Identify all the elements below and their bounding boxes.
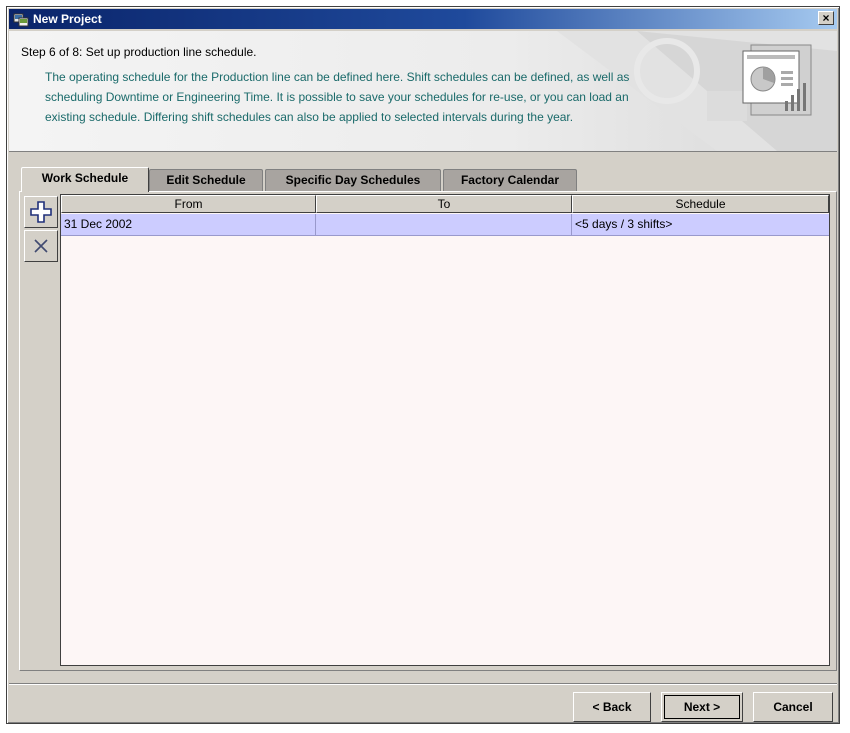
schedule-table: From To Schedule 31 Dec 2002 <5 days / 3… bbox=[60, 194, 830, 666]
tab-work-schedule[interactable]: Work Schedule bbox=[21, 167, 149, 192]
column-header-to[interactable]: To bbox=[316, 195, 572, 213]
step-title: Step 6 of 8: Set up production line sche… bbox=[21, 45, 257, 59]
cell-schedule[interactable]: <5 days / 3 shifts> bbox=[572, 214, 829, 235]
table-header: From To Schedule bbox=[61, 195, 829, 213]
button-bar: < Back Next > Cancel bbox=[9, 683, 837, 722]
app-icon bbox=[13, 13, 29, 27]
tab-edit-schedule[interactable]: Edit Schedule bbox=[149, 169, 263, 191]
work-schedule-panel: From To Schedule 31 Dec 2002 <5 days / 3… bbox=[19, 191, 837, 671]
cell-to[interactable] bbox=[316, 214, 572, 235]
close-icon: × bbox=[822, 11, 830, 25]
x-icon bbox=[34, 239, 48, 253]
next-button[interactable]: Next > bbox=[661, 692, 743, 722]
schedule-chart-icon bbox=[742, 44, 812, 116]
column-header-schedule[interactable]: Schedule bbox=[572, 195, 829, 213]
table-row[interactable]: 31 Dec 2002 <5 days / 3 shifts> bbox=[61, 214, 829, 236]
side-toolbar bbox=[22, 194, 60, 664]
window-title: New Project bbox=[33, 12, 102, 26]
add-schedule-button[interactable] bbox=[24, 196, 58, 228]
new-project-dialog: New Project × Step 6 of 8: Set up produc… bbox=[6, 6, 840, 724]
title-bar[interactable]: New Project × bbox=[9, 9, 837, 29]
cancel-button[interactable]: Cancel bbox=[753, 692, 833, 722]
column-header-from[interactable]: From bbox=[61, 195, 316, 213]
back-button[interactable]: < Back bbox=[573, 692, 651, 722]
close-button[interactable]: × bbox=[818, 11, 834, 25]
step-description: The operating schedule for the Productio… bbox=[45, 70, 630, 124]
tab-area: Work Schedule Edit Schedule Specific Day… bbox=[11, 153, 837, 681]
cell-from[interactable]: 31 Dec 2002 bbox=[61, 214, 316, 235]
tab-factory-calendar[interactable]: Factory Calendar bbox=[443, 169, 577, 191]
tab-specific-day-schedules[interactable]: Specific Day Schedules bbox=[265, 169, 441, 191]
wizard-header: Step 6 of 8: Set up production line sche… bbox=[9, 31, 837, 152]
plus-icon bbox=[30, 201, 52, 223]
delete-schedule-button[interactable] bbox=[24, 230, 58, 262]
